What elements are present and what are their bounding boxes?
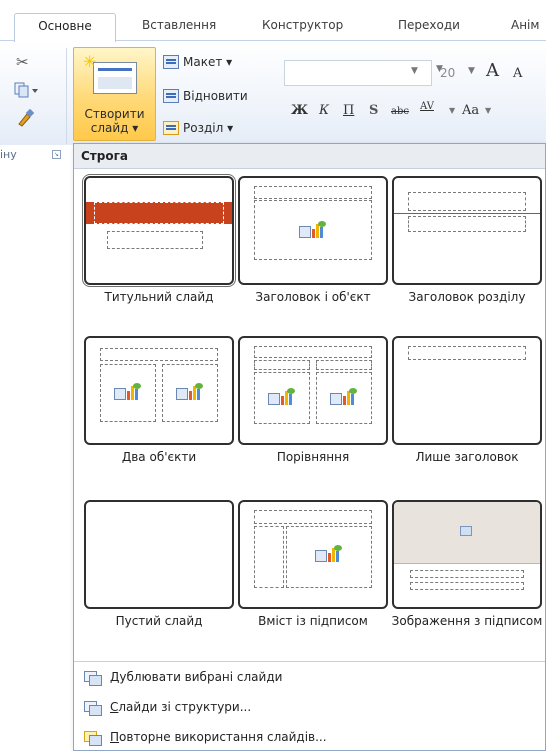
tab-insert[interactable]: Вставлення [142, 18, 216, 32]
layout-label: Вміст із підписом [258, 614, 368, 628]
tab-home[interactable]: Основне [14, 13, 116, 42]
font-size-box[interactable]: ▼ [284, 60, 432, 86]
clipboard-dialog-launcher-icon[interactable]: ↘ [52, 150, 61, 159]
tab-transitions[interactable]: Переходи [398, 18, 460, 32]
command-label: Повторне використання слайдів... [110, 730, 327, 744]
underline-button[interactable]: П [343, 103, 354, 118]
group-separator [66, 48, 67, 144]
layout-label: Два об'єкти [121, 450, 197, 464]
layout-thumbnail[interactable] [82, 174, 236, 287]
reuse-slides-icon [84, 729, 102, 746]
content-placeholder-icon [176, 382, 204, 402]
strikethrough-button[interactable]: abc [391, 106, 409, 117]
new-slide-label: Створити слайд ▾ [84, 107, 145, 135]
content-placeholder-icon [114, 382, 142, 402]
layout-label: Порівняння [276, 450, 350, 464]
format-painter-icon[interactable] [16, 108, 36, 127]
layout-label: Титульний слайд [104, 290, 214, 304]
section-button[interactable]: Розділ ▾ [163, 118, 233, 138]
font-name-dropdown-icon[interactable]: ▼ [411, 66, 418, 76]
layout-gallery: Строга Титульний слайд Заголовок і об'єк… [73, 143, 546, 751]
font-size-value: 20 [440, 66, 456, 80]
layout-button[interactable]: Макет ▾ [163, 52, 232, 72]
bold-button[interactable]: Ж [291, 103, 308, 118]
reset-label: Відновити [183, 89, 248, 103]
cut-icon[interactable]: ✂ [16, 53, 36, 71]
layout-label: Лише заголовок [415, 450, 519, 464]
picture-placeholder-icon [460, 526, 472, 536]
layout-label: Зображення з підписом [391, 614, 543, 628]
layout-thumbnail[interactable] [238, 500, 388, 609]
content-placeholder-icon [299, 220, 327, 240]
ribbon-tab-strip: Основне Вставлення Конструктор Переходи … [0, 0, 546, 42]
reset-icon [163, 89, 179, 103]
layout-label: Заголовок розділу [408, 290, 526, 304]
copy-icon[interactable] [14, 81, 42, 99]
layout-thumbnail[interactable] [84, 336, 234, 445]
content-placeholder-icon [315, 544, 343, 564]
new-star-icon: ✳ [83, 52, 97, 71]
duplicate-slides-icon [84, 669, 102, 686]
new-slide-button[interactable]: ✳ Створити слайд ▾ [73, 47, 156, 141]
layout-thumbnail[interactable] [392, 500, 542, 609]
shadow-button[interactable]: S [369, 103, 378, 118]
content-placeholder-icon [268, 387, 296, 407]
section-icon [163, 121, 179, 135]
spacing-dropdown-icon[interactable]: ▼ [449, 106, 455, 115]
slides-from-outline-command[interactable]: Слайди зі структури... [84, 695, 524, 719]
change-case-button[interactable]: Aa [462, 103, 479, 118]
clipboard-group-label: іну [0, 148, 17, 161]
tab-design[interactable]: Конструктор [262, 18, 343, 32]
command-label: Слайди зі структури... [110, 700, 252, 714]
section-label: Розділ ▾ [183, 121, 234, 135]
content-placeholder-icon [330, 387, 358, 407]
grow-font-button[interactable]: A [486, 60, 499, 81]
new-slide-icon [93, 62, 137, 94]
layout-thumbnail[interactable] [84, 500, 234, 609]
layout-label: Пустий слайд [115, 614, 203, 628]
duplicate-slides-command[interactable]: Дублювати вибрані слайди [84, 665, 524, 689]
shrink-font-button[interactable]: A [513, 66, 522, 81]
gallery-separator [74, 661, 545, 662]
gallery-header: Строга [74, 144, 545, 169]
tab-animations[interactable]: Анім [511, 18, 539, 32]
layout-icon [163, 55, 179, 69]
change-case-dropdown-icon[interactable]: ▼ [485, 106, 491, 115]
layout-thumbnail[interactable] [238, 336, 388, 445]
slides-from-outline-icon [84, 699, 102, 716]
layout-thumbnail[interactable] [392, 176, 542, 285]
command-label: Дублювати вибрані слайди [110, 670, 283, 684]
italic-button[interactable]: К [319, 103, 329, 118]
reuse-slides-command[interactable]: Повторне використання слайдів... [84, 725, 524, 749]
font-size-dropdown-icon[interactable]: ▼ [468, 66, 475, 76]
layout-label: Заголовок і об'єкт [255, 290, 371, 304]
layout-thumbnail[interactable] [392, 336, 542, 445]
reset-button[interactable]: Відновити [163, 86, 248, 106]
layout-thumbnail[interactable] [238, 176, 388, 285]
layout-label: Макет ▾ [183, 55, 233, 69]
character-spacing-button[interactable]: AV [420, 101, 434, 112]
